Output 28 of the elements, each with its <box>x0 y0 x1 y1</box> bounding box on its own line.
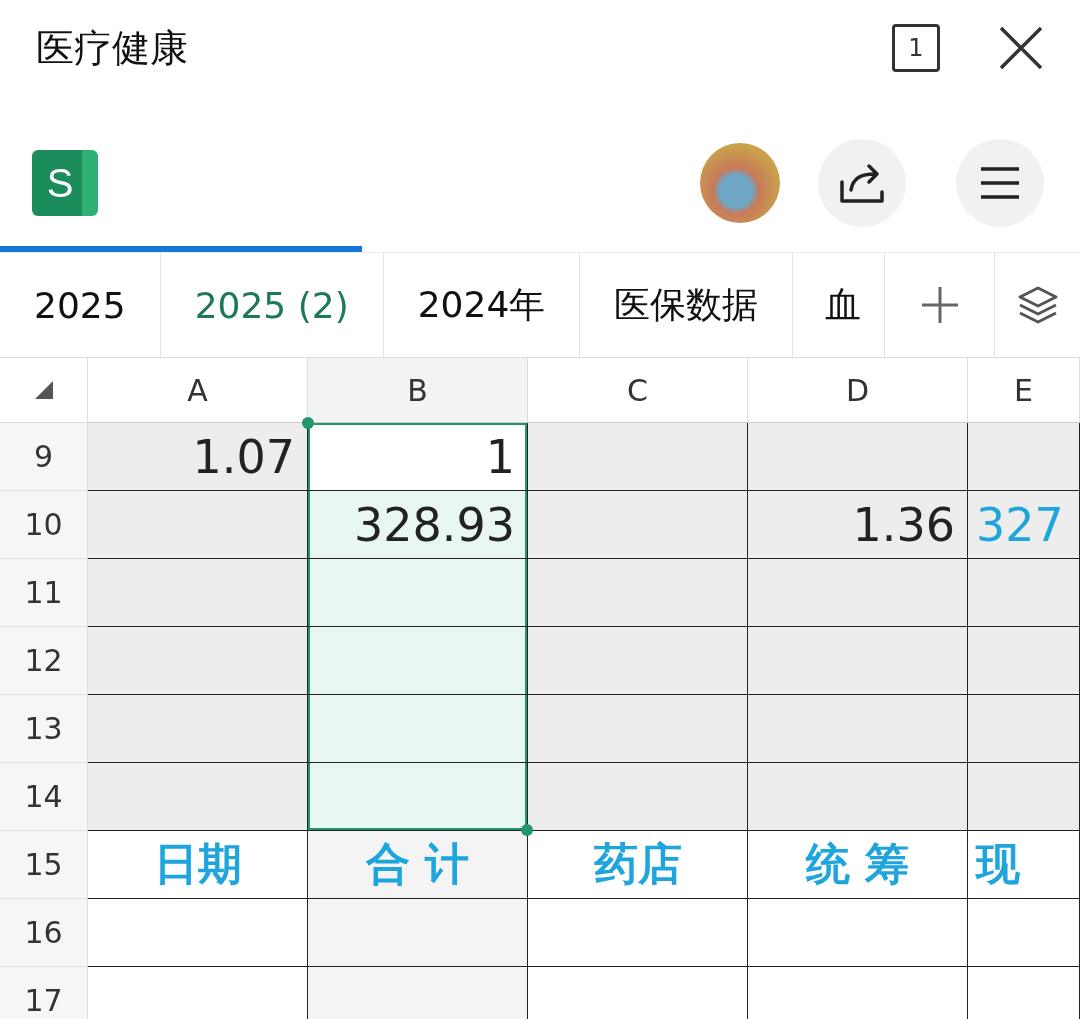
row-header[interactable]: 9 <box>0 423 88 491</box>
tab-count-button[interactable]: 1 <box>892 24 940 72</box>
row-header[interactable]: 10 <box>0 491 88 559</box>
table-cell: 1.07 <box>88 423 308 491</box>
table-cell: 现 <box>968 831 1080 899</box>
row-header[interactable]: 13 <box>0 695 88 763</box>
close-icon[interactable] <box>998 25 1044 71</box>
table-cell: 328.93 <box>308 491 528 559</box>
plus-icon <box>919 285 960 325</box>
layers-icon <box>1016 285 1059 325</box>
column-header[interactable]: B <box>308 358 528 423</box>
selection-handle[interactable] <box>302 417 314 429</box>
row-header[interactable]: 17 <box>0 967 88 1019</box>
row-header[interactable]: 16 <box>0 899 88 967</box>
table-cell: 1.36 <box>748 491 968 559</box>
document-title: 医疗健康 <box>36 24 189 72</box>
row-header[interactable]: 12 <box>0 627 88 695</box>
row-header[interactable]: 15 <box>0 831 88 899</box>
selection-handle[interactable] <box>521 824 533 836</box>
table-cell: 合 计 <box>308 831 528 899</box>
table-cell: 药店 <box>528 831 748 899</box>
spreadsheet-logo: S <box>32 150 98 216</box>
row-header[interactable]: 14 <box>0 763 88 831</box>
table-cell: 327 <box>968 491 1080 559</box>
share-icon <box>839 162 885 204</box>
table-cell: 统 筹 <box>748 831 968 899</box>
menu-icon <box>979 166 1021 200</box>
row-header[interactable]: 11 <box>0 559 88 627</box>
